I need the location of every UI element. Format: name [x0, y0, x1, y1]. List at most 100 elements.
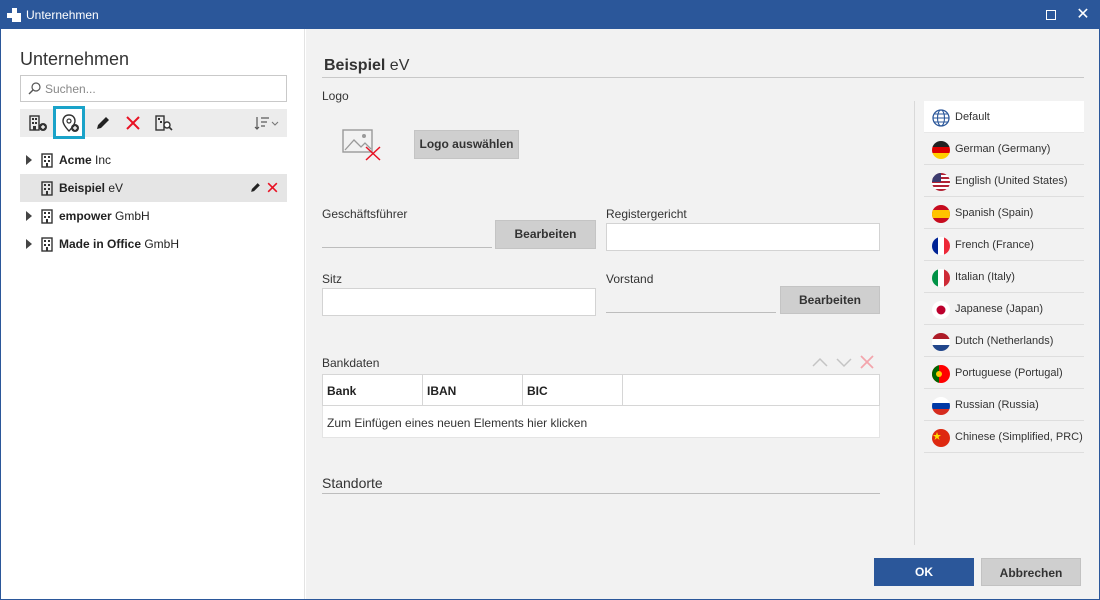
bic-column-header[interactable]: BIC [523, 375, 623, 405]
managing-director-field[interactable] [322, 247, 492, 248]
iban-column-header[interactable]: IBAN [423, 375, 523, 405]
page-title: Beispiel eV [324, 57, 410, 74]
add-company-button[interactable] [22, 109, 52, 137]
delete-button[interactable] [118, 109, 148, 137]
language-list: Default German (Germany) English (United S… [924, 101, 1084, 453]
search-box[interactable] [20, 75, 287, 102]
flag-it-icon [932, 269, 950, 287]
bank-data-label: Bankdaten [322, 356, 380, 370]
add-location-icon [62, 114, 79, 132]
language-label: French (France) [955, 239, 1034, 251]
search-icon [28, 82, 41, 95]
flag-jp-icon [932, 301, 950, 319]
language-item[interactable]: Dutch (Netherlands) [924, 325, 1084, 357]
delete-icon [126, 116, 140, 130]
find-company-icon [155, 115, 173, 131]
flag-fr-icon [932, 237, 950, 255]
register-court-label: Registergericht [606, 207, 687, 221]
flag-nl-icon [932, 333, 950, 351]
building-icon [39, 152, 55, 171]
language-label: Japanese (Japan) [955, 303, 1044, 315]
logo-label: Logo [322, 89, 349, 103]
language-label: Spanish (Spain) [955, 207, 1034, 219]
expand-arrow-icon[interactable] [26, 155, 32, 165]
language-item[interactable]: Russian (Russia) [924, 389, 1084, 421]
title-divider [322, 77, 1084, 78]
edit-board-button[interactable]: Bearbeiten [780, 286, 880, 314]
sort-icon [254, 117, 279, 130]
company-tree: Acme Inc Beispiel eV empower GmbH Made in O… [20, 146, 287, 258]
ok-button[interactable]: OK [874, 558, 974, 586]
language-label: Russian (Russia) [955, 399, 1039, 411]
add-location-button[interactable] [53, 106, 85, 139]
bank-column-header[interactable]: Bank [323, 375, 423, 405]
expand-arrow-icon[interactable] [26, 211, 32, 221]
edit-managing-director-button[interactable]: Bearbeiten [495, 220, 596, 249]
language-item[interactable]: English (United States) [924, 165, 1084, 197]
language-item[interactable]: French (France) [924, 229, 1084, 261]
flag-us-icon [932, 173, 950, 191]
logo-placeholder[interactable] [342, 127, 384, 164]
language-item[interactable]: Italian (Italy) [924, 261, 1084, 293]
close-icon: ✕ [1076, 6, 1090, 23]
maximize-icon [1046, 10, 1056, 20]
register-court-input[interactable] [606, 223, 880, 251]
flag-pt-icon [932, 365, 950, 383]
window-title: Unternehmen [26, 8, 99, 22]
company-tree-item[interactable]: Made in Office GmbH [20, 230, 287, 258]
flag-de-icon [932, 141, 950, 159]
company-name: empower GmbH [59, 209, 150, 223]
language-item[interactable]: Japanese (Japan) [924, 293, 1084, 325]
search-input[interactable] [45, 80, 275, 98]
expand-arrow-icon[interactable] [26, 239, 32, 249]
remove-bank-icon[interactable] [859, 355, 875, 369]
panel-title: Unternehmen [20, 49, 130, 69]
seat-input[interactable] [322, 288, 596, 316]
bank-table-header: Bank IBAN BIC [322, 374, 880, 406]
move-up-icon[interactable] [811, 355, 829, 369]
language-label: Portuguese (Portugal) [955, 367, 1063, 379]
company-tree-item[interactable]: empower GmbH [20, 202, 287, 230]
cancel-button[interactable]: Abbrechen [981, 558, 1081, 586]
language-label: Dutch (Netherlands) [955, 335, 1054, 347]
language-label: Chinese (Simplified, PRC) [955, 431, 1083, 443]
board-label: Vorstand [606, 272, 654, 286]
find-company-button[interactable] [148, 109, 178, 137]
company-name: Made in Office GmbH [59, 237, 180, 251]
company-list-panel: Unternehmen Acme IncBe [1, 29, 305, 599]
language-item[interactable]: Default [924, 101, 1084, 133]
app-icon [7, 8, 21, 22]
edit-icon[interactable] [249, 181, 262, 197]
bank-new-row[interactable]: Zum Einfügen eines neuen Elements hier k… [322, 406, 880, 438]
language-label: Default [955, 111, 990, 123]
maximize-button[interactable] [1035, 1, 1067, 29]
board-field[interactable] [606, 312, 776, 313]
company-tree-item[interactable]: Beispiel eV [20, 174, 287, 202]
company-tree-item[interactable]: Acme Inc [20, 146, 287, 174]
add-company-icon [29, 115, 47, 131]
building-icon [39, 180, 55, 199]
flag-cn-icon [932, 429, 950, 447]
globe-icon [932, 109, 950, 127]
language-divider [914, 101, 915, 545]
image-missing-icon [342, 129, 381, 161]
company-name: Acme Inc [59, 153, 112, 167]
sort-button[interactable] [248, 109, 284, 137]
company-details: Beispiel eV Logo Logo auswählen Geschäft… [306, 29, 1099, 599]
locations-divider [322, 493, 880, 494]
seat-label: Sitz [322, 272, 343, 286]
language-item[interactable]: Chinese (Simplified, PRC) [924, 421, 1084, 453]
title-bar[interactable]: Unternehmen ✕ [1, 1, 1099, 29]
language-label: Italian (Italy) [955, 271, 1015, 283]
choose-logo-button[interactable]: Logo auswählen [414, 130, 519, 159]
language-item[interactable]: German (Germany) [924, 133, 1084, 165]
move-down-icon[interactable] [835, 355, 853, 369]
edit-button[interactable] [88, 109, 118, 137]
delete-icon[interactable] [266, 181, 279, 197]
close-button[interactable]: ✕ [1067, 1, 1099, 29]
building-icon [39, 208, 55, 227]
language-item[interactable]: Portuguese (Portugal) [924, 357, 1084, 389]
language-item[interactable]: Spanish (Spain) [924, 197, 1084, 229]
dialog-window: Unternehmen ✕ Unternehmen Suchen... Acme… [0, 0, 1100, 600]
managing-director-label: Geschäftsführer [322, 207, 408, 221]
